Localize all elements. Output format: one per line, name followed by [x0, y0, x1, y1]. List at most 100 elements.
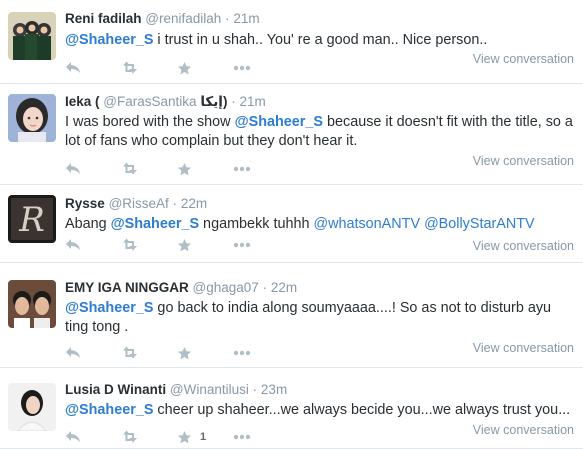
- tweet-actions: [65, 343, 289, 363]
- svg-text:R: R: [18, 200, 45, 240]
- retweet-icon: [121, 430, 141, 444]
- author-username[interactable]: @Winantilusi: [170, 382, 249, 397]
- tweet-header: Ieka ( @FarasSantika إيكا) · 21m: [65, 93, 575, 110]
- star-icon: [177, 430, 192, 445]
- favorite-button[interactable]: [177, 58, 233, 78]
- view-conversation-link[interactable]: View conversation: [473, 153, 574, 169]
- more-icon: [233, 242, 251, 248]
- reply-button[interactable]: [65, 58, 121, 78]
- separator-dot: ·: [262, 280, 268, 295]
- tweet-header: Reni fadilah @renifadilah · 21m: [65, 10, 575, 27]
- favorite-button[interactable]: [177, 235, 233, 255]
- avatar[interactable]: [8, 383, 56, 431]
- author-username[interactable]: @FarasSantika: [103, 94, 196, 109]
- mention-link[interactable]: @Shaheer_S: [111, 216, 199, 232]
- tweet-item[interactable]: EMY IGA NINGGAR @ghaga07 · 22m @Shaheer_S…: [0, 263, 583, 368]
- tweet-header: Lusia D Winanti @Winantilusi · 23m: [65, 381, 575, 398]
- mention-link[interactable]: @whatsonANTV: [313, 216, 420, 232]
- timeline: Reni fadilah @renifadilah · 21m @Shaheer_…: [0, 0, 583, 449]
- mention-link[interactable]: @Shaheer_S: [65, 402, 153, 418]
- reply-button[interactable]: [65, 427, 121, 447]
- more-button[interactable]: [233, 427, 289, 447]
- retweet-button[interactable]: [121, 427, 177, 447]
- tweet-text-segment: I was bored with the show: [65, 114, 235, 130]
- tweet-item[interactable]: Ieka ( @FarasSantika إيكا) · 21m I was bo…: [0, 84, 583, 185]
- author-fullname[interactable]: Reni fadilah: [65, 11, 142, 26]
- author-username[interactable]: @renifadilah: [145, 11, 221, 26]
- star-icon: [177, 61, 192, 76]
- more-button[interactable]: [233, 58, 289, 78]
- reply-icon: [65, 61, 81, 75]
- favorite-button[interactable]: [177, 343, 233, 363]
- separator-dot: ·: [172, 196, 178, 211]
- tweet-timestamp[interactable]: 21m: [233, 11, 259, 26]
- tweet-text-segment: cheer up shaheer...we always becide you.…: [153, 402, 571, 418]
- mention-link[interactable]: @Shaheer_S: [65, 32, 153, 48]
- view-conversation-link[interactable]: View conversation: [473, 422, 574, 438]
- reply-button[interactable]: [65, 343, 121, 363]
- star-icon: [177, 238, 192, 253]
- author-name-suffix: إيكا): [200, 94, 228, 109]
- retweet-button[interactable]: [121, 235, 177, 255]
- mention-link[interactable]: @Shaheer_S: [235, 114, 323, 130]
- tweet-content: Reni fadilah @renifadilah · 21m @Shaheer_…: [65, 10, 575, 84]
- tweet-timestamp[interactable]: 21m: [239, 94, 265, 109]
- view-conversation-link[interactable]: View conversation: [473, 340, 574, 356]
- separator-dot: ·: [231, 94, 236, 109]
- star-icon: [177, 346, 192, 361]
- tweet-header: EMY IGA NINGGAR @ghaga07 · 22m: [65, 279, 575, 296]
- mention-link[interactable]: @BollyStarANTV: [424, 216, 535, 232]
- more-icon: [233, 166, 251, 172]
- favorite-button[interactable]: 1: [177, 427, 233, 447]
- author-fullname[interactable]: EMY IGA NINGGAR: [65, 280, 189, 295]
- tweet-text: @Shaheer_S i trust in u shah.. You' re a…: [65, 31, 575, 50]
- tweet-timestamp[interactable]: 22m: [271, 280, 297, 295]
- tweet-actions: [65, 159, 289, 179]
- tweet-text: @Shaheer_S cheer up shaheer...we always …: [65, 401, 575, 420]
- tweet-item[interactable]: R Rysse @RisseAf · 22m Abang @Shaheer_S ng…: [0, 185, 583, 263]
- tweet-item[interactable]: Reni fadilah @renifadilah · 21m @Shaheer_…: [0, 0, 583, 84]
- view-conversation-link[interactable]: View conversation: [473, 238, 574, 254]
- avatar[interactable]: R: [8, 195, 56, 243]
- tweet-content: Ieka ( @FarasSantika إيكا) · 21m I was bo…: [65, 93, 575, 185]
- author-fullname[interactable]: Ieka (: [65, 94, 100, 109]
- author-username[interactable]: @ghaga07: [193, 280, 259, 295]
- tweet-actions: [65, 58, 289, 78]
- tweet-item[interactable]: Lusia D Winanti @Winantilusi · 23m @Shahe…: [0, 368, 583, 449]
- retweet-button[interactable]: [121, 343, 177, 363]
- tweet-text: @Shaheer_S go back to india along soumya…: [65, 299, 575, 337]
- separator-dot: ·: [252, 382, 258, 397]
- tweet-actions: 1: [65, 427, 289, 447]
- more-icon: [233, 434, 251, 440]
- favorite-button[interactable]: [177, 159, 233, 179]
- more-button[interactable]: [233, 159, 289, 179]
- avatar[interactable]: [8, 280, 56, 328]
- reply-icon: [65, 162, 81, 176]
- reply-button[interactable]: [65, 235, 121, 255]
- view-conversation-link[interactable]: View conversation: [473, 51, 574, 67]
- author-fullname[interactable]: Lusia D Winanti: [65, 382, 166, 397]
- author-username[interactable]: @RisseAf: [109, 196, 169, 211]
- tweet-text-segment: ngambekk tuhhh: [199, 216, 314, 232]
- retweet-icon: [121, 162, 141, 176]
- more-button[interactable]: [233, 235, 289, 255]
- reply-icon: [65, 238, 81, 252]
- tweet-text: Abang @Shaheer_S ngambekk tuhhh @whatson…: [65, 215, 575, 234]
- mention-link[interactable]: @Shaheer_S: [65, 300, 153, 316]
- tweet-actions: [65, 235, 289, 255]
- avatar[interactable]: [8, 12, 56, 60]
- retweet-button[interactable]: [121, 58, 177, 78]
- reply-button[interactable]: [65, 159, 121, 179]
- star-icon: [177, 162, 192, 177]
- tweet-text-segment: i trust in u shah.. You' re a good man..…: [153, 32, 488, 48]
- retweet-icon: [121, 61, 141, 75]
- retweet-button[interactable]: [121, 159, 177, 179]
- tweet-text-segment: Abang: [65, 216, 111, 232]
- more-icon: [233, 350, 251, 356]
- tweet-timestamp[interactable]: 22m: [181, 196, 207, 211]
- tweet-timestamp[interactable]: 23m: [261, 382, 287, 397]
- separator-dot: ·: [225, 11, 230, 26]
- author-fullname[interactable]: Rysse: [65, 196, 105, 211]
- more-button[interactable]: [233, 343, 289, 363]
- avatar[interactable]: [8, 94, 56, 142]
